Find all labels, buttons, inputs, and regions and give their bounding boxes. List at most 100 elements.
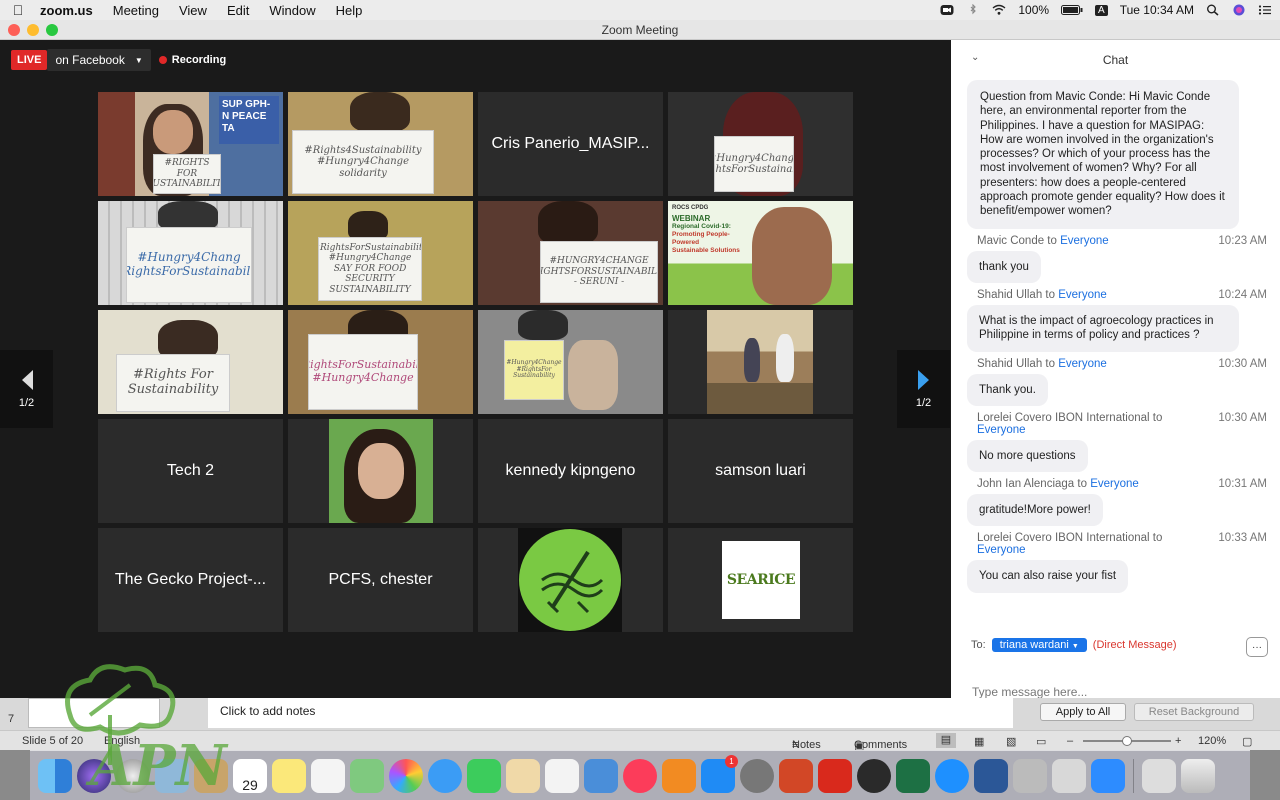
menu-meeting[interactable]: Meeting [103,3,169,18]
chat-meta: Shahid Ullah to Everyone 10:24 AM [977,289,1267,301]
zoom-level[interactable]: 120% [1198,735,1226,747]
siri-icon[interactable] [1232,4,1246,16]
menu-help[interactable]: Help [326,3,373,18]
chat-message-input[interactable]: Type message here... [972,685,1087,699]
menu-edit[interactable]: Edit [217,3,259,18]
zoom-icon[interactable] [1091,758,1125,793]
reminders-icon[interactable] [311,758,345,793]
pages-icon[interactable] [506,758,540,793]
zoom-status-icon[interactable] [940,4,954,16]
zoom-slider-knob[interactable] [1122,736,1132,746]
fit-to-window-icon[interactable]: ▢ [1242,735,1252,748]
downloads-stack-icon[interactable] [1142,758,1176,793]
menu-window[interactable]: Window [259,3,325,18]
window-close-button[interactable] [8,24,20,36]
participant-tile[interactable]: #Rights For Sustainability [98,310,283,414]
chat-recipient: Everyone [1058,288,1107,301]
image-capture-icon[interactable] [1013,758,1047,793]
books-icon[interactable] [662,758,696,793]
numbers-icon[interactable] [545,758,579,793]
participant-tile[interactable]: SEARICE [668,528,853,632]
participant-tile[interactable]: #Hungry4Change #RightsForSustainability [668,92,853,196]
normal-view-icon[interactable]: ▤ [936,733,956,748]
bluetooth-icon[interactable] [966,4,980,16]
sign-line: solidarity [339,167,387,179]
participant-tile[interactable]: Tech 2 [98,419,283,523]
participant-tile[interactable]: PCFS, chester [288,528,473,632]
sign-line: SAY FOR FOOD [333,263,407,274]
participant-tile[interactable] [478,528,663,632]
participant-tile[interactable]: #Hungry4Chang #RightsForSustainability [98,201,283,305]
wifi-icon[interactable] [992,4,1006,16]
battery-icon[interactable] [1061,4,1083,16]
slideshow-icon[interactable]: ▭ [1036,735,1046,748]
menu-view[interactable]: View [169,3,217,18]
maps-icon[interactable] [350,758,384,793]
participant-tile[interactable]: samson luari [668,419,853,523]
menu-app-name[interactable]: zoom.us [36,3,103,18]
participant-hand [568,340,618,410]
next-page-button[interactable]: 1/2 [897,350,950,428]
window-maximize-button[interactable] [46,24,58,36]
sign-line: SECURITY SUSTAINABILITY [329,274,411,295]
participant-tile[interactable] [668,310,853,414]
live-badge[interactable]: LIVE [11,50,48,70]
apply-to-all-button[interactable]: Apply to All [1040,703,1126,721]
slide-sorter-icon[interactable]: ▦ [974,735,984,748]
apple-icon[interactable]:  [0,2,36,18]
zoom-out-button[interactable]: – [1067,735,1073,747]
notification-center-icon[interactable] [1258,4,1272,16]
zoom-slider[interactable] [1083,736,1171,746]
app-store-icon[interactable]: 1 [701,754,738,793]
participant-tile[interactable]: #Rights4Sustainability #Hungry4Change so… [288,92,473,196]
keynote-icon[interactable] [584,758,618,793]
clock[interactable]: Tue 10:34 AM [1120,3,1194,17]
participant-tile[interactable]: Cris Panerio_MASIP... [478,92,663,196]
photo-booth-icon[interactable] [857,758,891,793]
window-minimize-button[interactable] [27,24,39,36]
chat-sender: Lorelei Covero IBON International to [977,411,1163,424]
safari-icon[interactable] [935,758,969,793]
stream-destination-button[interactable]: on Facebook ▼ [47,49,151,71]
participant-tile[interactable]: #RightsForSustainability #Hungry4Change [288,310,473,414]
photos-icon[interactable] [389,758,423,793]
sign-line: #RightsForSustainability [127,264,251,278]
stream-destination-label: on Facebook [55,53,125,67]
recipient-dropdown[interactable]: triana wardani ▼ [991,638,1087,652]
participant-tile[interactable]: kennedy kipngeno [478,419,663,523]
facetime-icon[interactable] [467,758,501,793]
participant-tile[interactable]: #HUNGRY4CHANGE #RIGHTSFORSUSTAINABILITY … [478,201,663,305]
keyboard-input-icon[interactable]: A [1095,4,1108,16]
acrobat-icon[interactable] [818,758,852,793]
chat-recipient-row: To: triana wardani ▼ (Direct Message) [971,638,1271,652]
word-icon[interactable] [974,758,1008,793]
participant-tile[interactable]: The Gecko Project-... [98,528,283,632]
music-icon[interactable] [623,758,657,793]
sign-line: #RightsForSustainability [318,243,422,254]
participant-tile-active-speaker[interactable]: SUP GPH-N PEACE TA #RIGHTS FOR SUSTAINAB… [98,92,283,196]
chevron-down-icon[interactable]: ⌄ [971,52,979,63]
chat-more-options-button[interactable]: ··· [1246,637,1268,657]
utilities-icon[interactable] [1052,758,1086,793]
participant-tile[interactable]: #RightsForSustainability #Hungry4Change … [288,201,473,305]
participant-tile[interactable]: ROCS CPDG WEBINAR Regional Covid-19: Pro… [668,201,853,305]
powerpoint-icon[interactable] [779,758,813,793]
system-preferences-icon[interactable] [740,758,774,793]
reset-background-button[interactable]: Reset Background [1134,703,1254,721]
excel-icon[interactable] [896,758,930,793]
notes-pane[interactable]: Click to add notes [208,698,1013,728]
protest-sign: #Hungry4Chang #RightsForSustainability [126,227,252,303]
messages-icon[interactable] [428,758,462,793]
sign-line: #HUNGRY4CHANGE [549,256,649,267]
chat-recipient: Everyone [977,544,1026,557]
chat-time: 10:24 AM [1218,288,1267,301]
previous-page-button[interactable]: 1/2 [0,350,53,428]
zoom-in-button[interactable]: + [1175,735,1181,747]
stickies-icon[interactable] [272,758,306,793]
reading-view-icon[interactable]: ▧ [1006,735,1016,748]
trash-icon[interactable] [1181,758,1215,793]
participant-tile[interactable]: #Hungry4Change #RightsFor Sustainability [478,310,663,414]
spotlight-search-icon[interactable] [1206,4,1220,16]
recording-indicator[interactable]: Recording [158,54,226,66]
participant-tile[interactable] [288,419,473,523]
